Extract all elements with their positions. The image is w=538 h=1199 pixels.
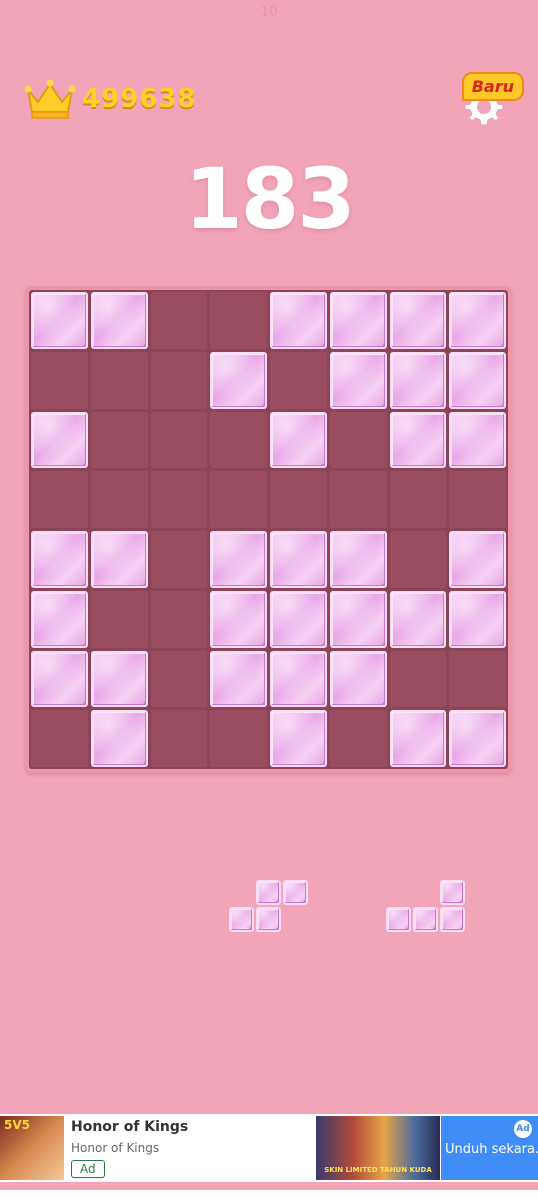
download-label: Unduh sekara... xyxy=(445,1142,538,1157)
board-block[interactable] xyxy=(90,531,148,588)
board-block[interactable] xyxy=(389,710,447,767)
board-block[interactable] xyxy=(449,351,506,409)
board-cell-empty[interactable] xyxy=(31,471,88,528)
piece-s[interactable] xyxy=(229,880,311,936)
board-cell-empty[interactable] xyxy=(150,351,208,409)
board-cell-empty[interactable] xyxy=(270,351,327,409)
board-block[interactable] xyxy=(31,531,88,588)
board-block[interactable] xyxy=(329,650,387,708)
board-block[interactable] xyxy=(329,590,387,648)
ad-badge: Ad xyxy=(71,1160,105,1178)
board-block[interactable] xyxy=(270,411,327,469)
board-cell-empty[interactable] xyxy=(329,411,387,469)
board-block[interactable] xyxy=(449,292,506,349)
board-cell-empty[interactable] xyxy=(90,590,148,648)
board-block[interactable] xyxy=(389,411,447,469)
board-block[interactable] xyxy=(210,351,267,409)
piece-block xyxy=(440,880,465,905)
ad-banner[interactable]: 5V5 Honor of Kings Honor of Kings Ad SKI… xyxy=(0,1114,538,1182)
board-block[interactable] xyxy=(449,531,506,588)
board-cell-empty[interactable] xyxy=(329,471,387,528)
board-cell-empty[interactable] xyxy=(150,650,208,708)
board-block[interactable] xyxy=(270,292,327,349)
board-cell-empty[interactable] xyxy=(90,411,148,469)
promo-text: SKIN LIMITED TAHUN KUDA xyxy=(324,1166,432,1174)
new-badge: Baru xyxy=(461,72,524,101)
board-cell-empty[interactable] xyxy=(150,471,208,528)
game-board[interactable] xyxy=(25,286,512,773)
board-cell-empty[interactable] xyxy=(150,531,208,588)
board-block[interactable] xyxy=(449,590,506,648)
board-cell-empty[interactable] xyxy=(31,351,88,409)
board-cell-empty[interactable] xyxy=(90,351,148,409)
board-cell-empty[interactable] xyxy=(449,471,506,528)
settings-button[interactable]: Baru xyxy=(461,72,524,128)
piece-block xyxy=(256,907,281,932)
board-cell-empty[interactable] xyxy=(210,292,267,349)
board-cell-empty[interactable] xyxy=(389,471,447,528)
board-block[interactable] xyxy=(31,411,88,469)
best-score-value: 499638 xyxy=(82,84,197,114)
board-cell-empty[interactable] xyxy=(210,710,267,767)
piece-block xyxy=(229,907,254,932)
board-block[interactable] xyxy=(270,650,327,708)
board-cell-empty[interactable] xyxy=(210,471,267,528)
board-cell-empty[interactable] xyxy=(270,471,327,528)
ad-choices-icon: Ad xyxy=(514,1120,532,1138)
ad-title[interactable]: Honor of Kings xyxy=(71,1119,188,1135)
board-block[interactable] xyxy=(90,650,148,708)
board-block[interactable] xyxy=(270,590,327,648)
board-cell-empty[interactable] xyxy=(150,292,208,349)
piece-l[interactable] xyxy=(386,880,468,936)
board-block[interactable] xyxy=(449,411,506,469)
board-block[interactable] xyxy=(329,531,387,588)
board-block[interactable] xyxy=(389,292,447,349)
piece-block xyxy=(413,907,438,932)
board-block[interactable] xyxy=(389,351,447,409)
ad-subtitle: Honor of Kings xyxy=(71,1141,160,1155)
best-score: 499638 xyxy=(24,78,197,120)
board-cell-empty[interactable] xyxy=(210,411,267,469)
piece-block xyxy=(283,880,308,905)
board-block[interactable] xyxy=(210,531,267,588)
board-block[interactable] xyxy=(90,292,148,349)
top-faint-number: 10 xyxy=(260,4,278,20)
game-app-icon[interactable]: 5V5 xyxy=(0,1116,64,1180)
board-block[interactable] xyxy=(329,292,387,349)
board-cell-empty[interactable] xyxy=(329,710,387,767)
download-button[interactable]: Ad Unduh sekara... xyxy=(441,1116,538,1180)
board-block[interactable] xyxy=(31,292,88,349)
board-cell-empty[interactable] xyxy=(449,650,506,708)
piece-block xyxy=(440,907,465,932)
board-block[interactable] xyxy=(31,590,88,648)
board-cell-empty[interactable] xyxy=(90,471,148,528)
piece-block xyxy=(256,880,281,905)
board-cell-empty[interactable] xyxy=(150,590,208,648)
board-block[interactable] xyxy=(90,710,148,767)
board-block[interactable] xyxy=(270,531,327,588)
ad-promo-image[interactable]: SKIN LIMITED TAHUN KUDA xyxy=(316,1116,440,1180)
ad-strip xyxy=(0,1190,538,1199)
board-cell-empty[interactable] xyxy=(389,531,447,588)
board-block[interactable] xyxy=(329,351,387,409)
board-cell-empty[interactable] xyxy=(150,710,208,767)
board-block[interactable] xyxy=(210,650,267,708)
board-cell-empty[interactable] xyxy=(150,411,208,469)
app-icon-label: 5V5 xyxy=(4,1118,30,1132)
board-block[interactable] xyxy=(389,590,447,648)
board-block[interactable] xyxy=(270,710,327,767)
crown-icon xyxy=(24,79,76,119)
board-cell-empty[interactable] xyxy=(389,650,447,708)
board-cell-empty[interactable] xyxy=(31,710,88,767)
piece-block xyxy=(386,907,411,932)
board-block[interactable] xyxy=(31,650,88,708)
board-block[interactable] xyxy=(210,590,267,648)
board-block[interactable] xyxy=(449,710,506,767)
board-grid[interactable] xyxy=(29,290,508,769)
current-score: 183 xyxy=(184,150,355,248)
